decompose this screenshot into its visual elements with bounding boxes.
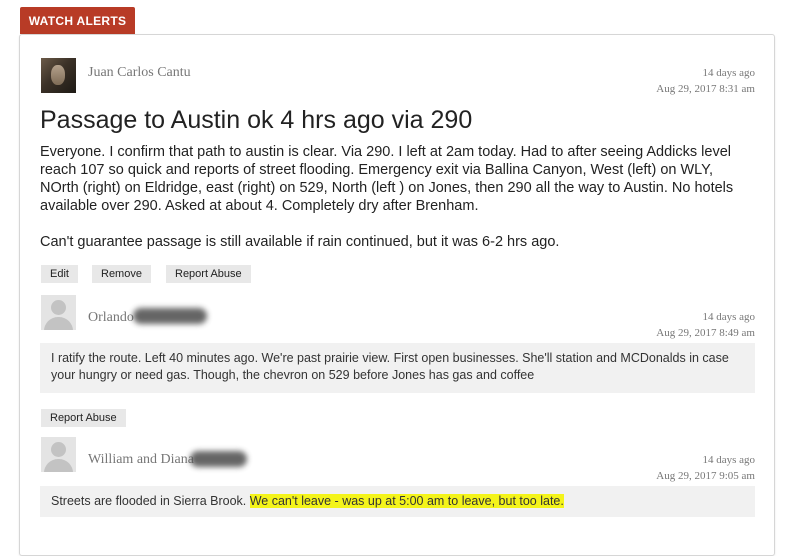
post-paragraph-1: Everyone. I confirm that path to austin …: [40, 144, 734, 214]
comment-time-ago: 14 days ago: [702, 311, 755, 323]
post-body: Everyone. I confirm that path to austin …: [40, 143, 740, 251]
redaction-blur: [190, 451, 247, 467]
author-avatar[interactable]: [41, 58, 76, 93]
remove-button[interactable]: Remove: [92, 265, 151, 283]
redaction-blur: [133, 308, 207, 324]
edit-button[interactable]: Edit: [41, 265, 78, 283]
watch-alerts-tab[interactable]: WATCH ALERTS: [20, 7, 135, 34]
post-date: Aug 29, 2017 8:31 am: [656, 83, 755, 95]
comment-text: Streets are flooded in Sierra Brook.: [51, 494, 250, 508]
comment-author[interactable]: Orlando: [88, 310, 134, 326]
comment-body: I ratify the route. Left 40 minutes ago.…: [40, 343, 755, 393]
comment-body: Streets are flooded in Sierra Brook. We …: [40, 486, 755, 517]
comment-report-abuse-button[interactable]: Report Abuse: [41, 409, 126, 427]
post-paragraph-2: Can't guarantee passage is still availab…: [40, 234, 560, 250]
report-abuse-button[interactable]: Report Abuse: [166, 265, 251, 283]
comment-date: Aug 29, 2017 8:49 am: [656, 327, 755, 339]
post-author[interactable]: Juan Carlos Cantu: [88, 65, 191, 81]
comment-date: Aug 29, 2017 9:05 am: [656, 470, 755, 482]
post-title: Passage to Austin ok 4 hrs ago via 290: [40, 106, 473, 134]
watch-alerts-label: WATCH ALERTS: [28, 13, 127, 28]
comment-avatar[interactable]: [41, 295, 76, 330]
highlighted-text: We can't leave - was up at 5:00 am to le…: [249, 494, 564, 508]
comment-avatar[interactable]: [41, 437, 76, 472]
comment-time-ago: 14 days ago: [702, 454, 755, 466]
post-time-ago: 14 days ago: [702, 67, 755, 79]
comment-author[interactable]: William and Diana: [88, 452, 194, 468]
